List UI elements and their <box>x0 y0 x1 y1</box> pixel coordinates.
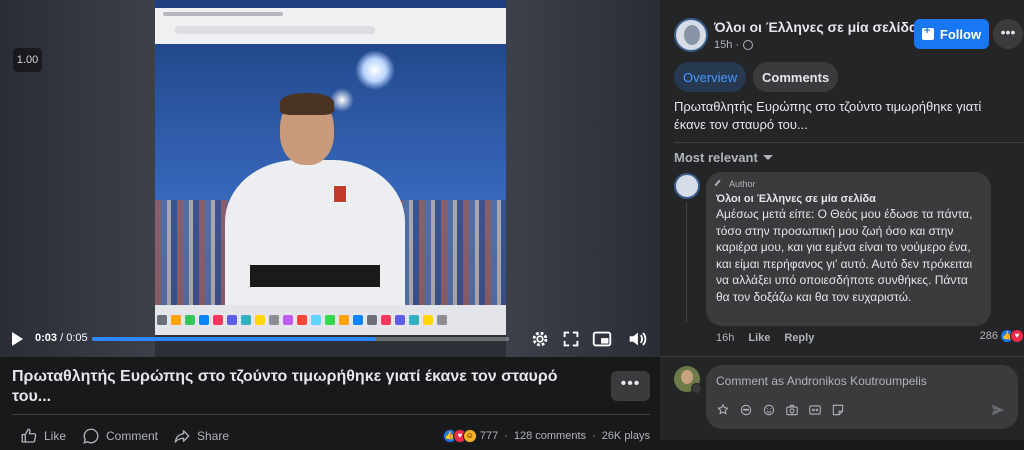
share-button[interactable]: Share <box>173 425 229 447</box>
avatar-sticker-icon[interactable] <box>716 403 730 417</box>
globe-icon <box>743 40 754 50</box>
comment-reactions[interactable]: 286 👍 ♥ <box>979 329 1024 343</box>
post-description: Πρωταθλητής Ευρώπης στο τζούντο τιμωρήθη… <box>674 99 982 132</box>
video-progress-bar[interactable] <box>92 337 509 341</box>
follow-plus-icon <box>921 25 934 40</box>
comment-placeholder: Comment as Andronikos Koutroumpelis <box>716 374 927 388</box>
comment-time[interactable]: 16h <box>716 332 734 344</box>
reaction-count[interactable]: 777 <box>480 430 498 442</box>
video-time: 0:03 / 0:05 <box>35 332 88 344</box>
share-label: Share <box>197 429 230 443</box>
commenter-name[interactable]: Όλοι οι Έλληνες σε μία σελίδα <box>716 193 981 205</box>
playback-speed-badge[interactable]: 1.00 <box>13 48 42 72</box>
like-button[interactable]: Like <box>20 425 66 447</box>
frame-browser-bar <box>155 8 506 44</box>
judoka-figure <box>225 85 405 315</box>
side-panel: Όλοι οι Έλληνες σε μία σελίδα 15h · Foll… <box>660 0 1024 450</box>
thread-line <box>686 202 687 322</box>
video-column: 1.00 0:03 / 0:05 Πρωταθλητής Ευρώπης στο… <box>0 0 660 450</box>
camera-icon[interactable] <box>785 403 799 417</box>
comment-actions: 16h Like Reply <box>716 332 828 344</box>
post-time[interactable]: 15h <box>714 39 732 51</box>
author-badge: Author <box>714 179 981 189</box>
page-avatar[interactable] <box>674 18 708 52</box>
picture-in-picture-icon[interactable] <box>591 328 613 350</box>
comment-reaction-count: 286 <box>979 330 998 342</box>
plays-count: 26K plays <box>601 430 650 442</box>
sticker-icon[interactable] <box>831 403 845 417</box>
commenter-avatar[interactable] <box>674 173 700 199</box>
comment-bubble-icon <box>83 428 99 444</box>
time-total: 0:05 <box>66 332 88 344</box>
post-actions: Like Comment Share 👍 ♥ ☺ 777 · 128 comme… <box>0 423 660 449</box>
comment-sort-dropdown[interactable]: Most relevant <box>674 150 773 165</box>
post-title: Πρωταθλητής Ευρώπης στο τζούντο τιμωρήθη… <box>12 368 558 405</box>
sort-label: Most relevant <box>674 150 758 165</box>
emoji-icon[interactable] <box>762 403 776 417</box>
love-reaction-icon: ♥ <box>1010 329 1024 343</box>
gif-face-icon[interactable] <box>739 403 753 417</box>
stadium-light <box>355 50 395 90</box>
video-player[interactable]: 1.00 0:03 / 0:05 <box>0 0 660 357</box>
thumbs-up-icon <box>21 428 37 443</box>
play-icon[interactable] <box>10 330 26 348</box>
send-icon[interactable] <box>990 402 1006 418</box>
divider <box>12 414 650 415</box>
divider <box>674 142 1024 143</box>
divider <box>660 356 1024 357</box>
post-meta: 15h · <box>714 39 754 51</box>
composer-toolbar <box>716 403 854 417</box>
comment-like-button[interactable]: Like <box>748 332 770 344</box>
share-arrow-icon <box>174 430 190 443</box>
post-more-options-button[interactable]: ••• <box>611 371 650 401</box>
pencil-icon <box>714 179 725 189</box>
post-stats: 👍 ♥ ☺ 777 · 128 comments · 26K plays <box>442 429 650 443</box>
comment-label: Comment <box>106 429 159 443</box>
follow-label: Follow <box>939 26 982 42</box>
video-progress-fill <box>92 337 376 341</box>
follow-button[interactable]: Follow <box>914 19 989 49</box>
care-reaction-icon: ☺ <box>462 429 477 443</box>
gif-icon[interactable] <box>808 403 822 417</box>
video-controls: 0:03 / 0:05 <box>0 322 660 357</box>
comment-reply-button[interactable]: Reply <box>784 332 814 344</box>
avatar-chevron-icon[interactable] <box>691 383 702 394</box>
volume-icon[interactable] <box>626 328 648 350</box>
comment-bubble: Author Όλοι οι Έλληνες σε μία σελίδα Αμέ… <box>706 172 991 326</box>
caret-down-icon <box>762 155 773 160</box>
settings-gear-icon[interactable] <box>529 328 551 350</box>
comment-input[interactable]: Comment as Andronikos Koutroumpelis <box>706 365 1018 429</box>
comment-text: Αμέσως μετά είπε: Ο Θεός μου έδωσε τα πά… <box>716 207 973 304</box>
page-name[interactable]: Όλοι οι Έλληνες σε μία σελίδα <box>714 19 918 35</box>
comments-count[interactable]: 128 comments <box>514 430 586 442</box>
panel-more-options-button[interactable]: ••• <box>993 19 1023 49</box>
video-frame[interactable] <box>155 0 506 357</box>
like-label: Like <box>44 429 67 443</box>
time-current: 0:03 <box>35 332 58 344</box>
tab-overview[interactable]: Overview <box>674 62 747 92</box>
tab-comments[interactable]: Comments <box>753 62 839 92</box>
video-blur-right <box>506 0 660 357</box>
author-badge-label: Author <box>729 179 756 189</box>
time-separator: / <box>57 332 67 344</box>
fullscreen-icon[interactable] <box>560 328 582 350</box>
comment-button[interactable]: Comment <box>82 425 158 447</box>
